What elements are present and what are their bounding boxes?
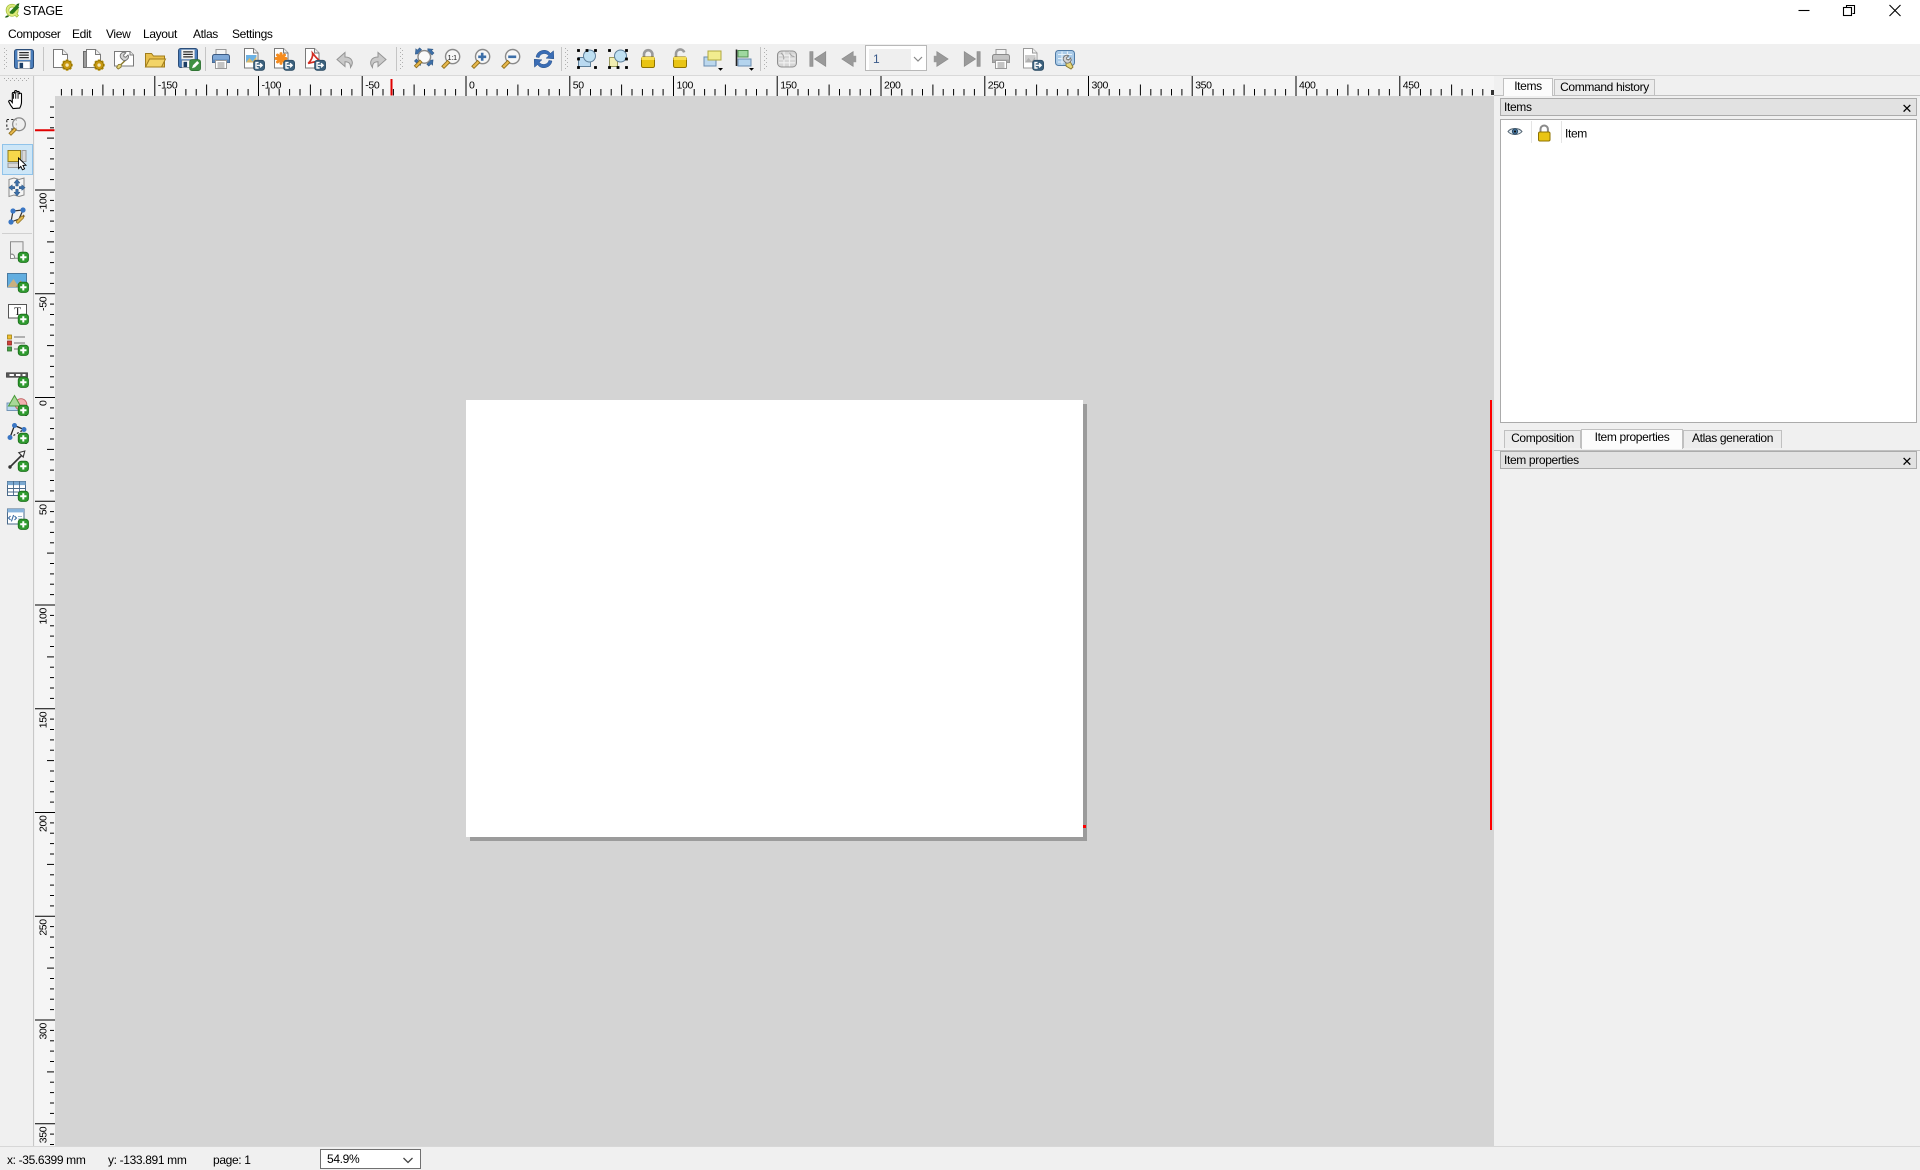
svg-text:-50: -50	[38, 296, 50, 311]
svg-text:-150: -150	[158, 80, 178, 92]
svg-text:0: 0	[469, 80, 475, 92]
svg-text:-100: -100	[38, 192, 50, 212]
svg-text:300: 300	[1092, 80, 1109, 92]
svg-text:100: 100	[677, 80, 694, 92]
svg-text:350: 350	[38, 1126, 50, 1143]
svg-text:50: 50	[573, 80, 584, 92]
svg-text:450: 450	[1403, 80, 1420, 92]
svg-text:250: 250	[988, 80, 1005, 92]
svg-text:1:1: 1:1	[448, 53, 458, 62]
svg-text:Item: Item	[1565, 127, 1587, 141]
svg-text:100: 100	[38, 608, 50, 625]
svg-text:350: 350	[1195, 80, 1212, 92]
svg-text:200: 200	[884, 80, 901, 92]
svg-text:200: 200	[38, 815, 50, 832]
svg-text:300: 300	[38, 1023, 50, 1040]
svg-text:400: 400	[1299, 80, 1316, 92]
svg-text:-100: -100	[262, 80, 282, 92]
svg-text:150: 150	[780, 80, 797, 92]
svg-text:150: 150	[38, 711, 50, 728]
svg-text:50: 50	[38, 504, 50, 515]
svg-text:250: 250	[38, 919, 50, 936]
svg-text:0: 0	[38, 400, 50, 406]
